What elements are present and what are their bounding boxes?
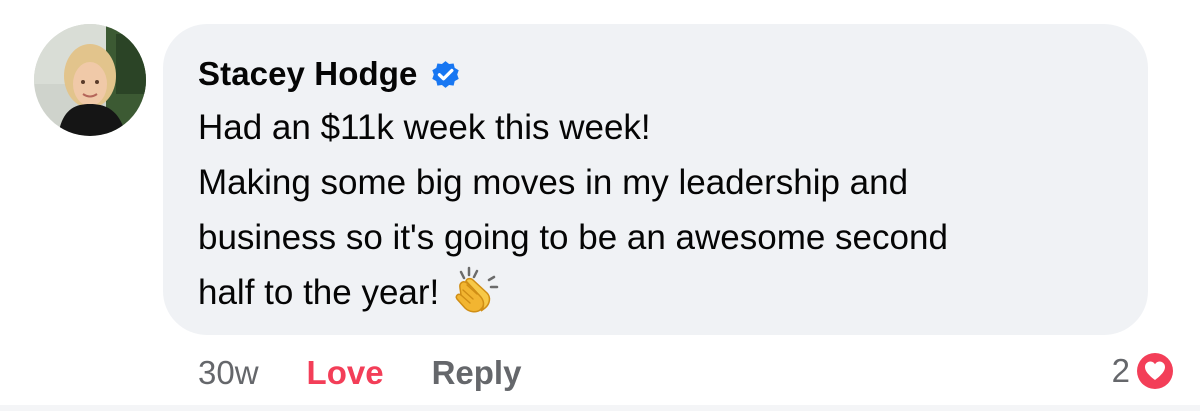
clapping-hands-icon: [455, 266, 499, 313]
comment-body: Had an $11k week this week! Making some …: [198, 100, 1138, 320]
comment-line: Had an $11k week this week!: [198, 108, 651, 147]
love-reaction-button[interactable]: Love: [307, 354, 384, 392]
bottom-divider: [0, 405, 1200, 411]
comment-line: half to the year!: [198, 273, 440, 312]
comment-line: Making some big moves in my leadership a…: [198, 163, 909, 202]
reply-button[interactable]: Reply: [432, 354, 522, 392]
author-avatar[interactable]: [34, 24, 146, 136]
comment-line: business so it's going to be an awesome …: [198, 218, 948, 257]
reaction-summary[interactable]: 2: [1112, 348, 1176, 394]
author-name-link[interactable]: Stacey Hodge: [198, 55, 417, 93]
avatar-photo: [34, 24, 146, 136]
comment-actions: 30w Love Reply: [198, 352, 521, 394]
heart-icon: [1135, 351, 1175, 391]
comment-timestamp[interactable]: 30w: [198, 354, 259, 392]
reaction-count: 2: [1111, 352, 1130, 389]
comment-last-line: half to the year!: [198, 265, 1138, 320]
verified-badge-icon: [432, 60, 460, 88]
comment-header: Stacey Hodge: [198, 52, 462, 96]
